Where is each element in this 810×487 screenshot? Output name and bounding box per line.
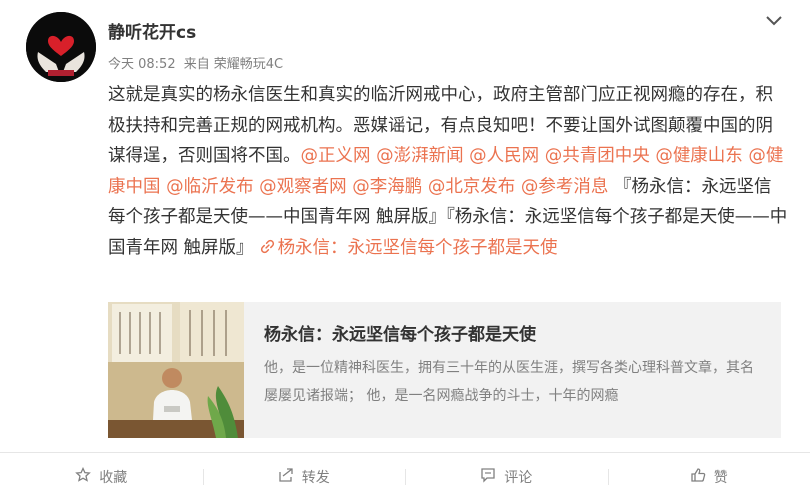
chevron-down-icon[interactable] [764,10,784,30]
repost-icon [278,467,294,483]
link-card[interactable]: 杨永信：永远坚信每个孩子都是天使 他，是一位精神科医生，拥有三十年的从医生涯，撰… [108,302,781,438]
mention-link[interactable]: @观察者网 [259,177,347,197]
like-button[interactable]: 赞 [608,453,810,481]
favorite-label: 收藏 [99,467,127,487]
card-thumbnail [108,302,244,438]
source-prefix: 来自 [184,57,210,72]
comment-button[interactable]: 评论 [405,453,608,481]
card-thumbnail-image [108,302,244,438]
repost-label: 转发 [302,467,330,487]
author-name[interactable]: 静听花开cs [108,18,196,43]
star-icon [75,467,91,483]
post-source[interactable]: 荣耀畅玩4C [214,57,283,72]
mention-link[interactable]: @正义网 [301,146,371,166]
mention-link[interactable]: @健康山东 [655,146,743,166]
avatar-hands-heart-icon [26,12,96,82]
mention-link[interactable]: @北京发布 [428,177,516,197]
mention-link[interactable]: @临沂发布 [166,177,254,197]
thumbs-up-icon [690,467,706,483]
card-description: 他，是一位精神科医生，拥有三十年的从医生涯，撰写各类心理科普文章，其名屡屡见诸报… [264,354,764,410]
favorite-button[interactable]: 收藏 [0,453,203,481]
repost-button[interactable]: 转发 [203,453,406,481]
post-time[interactable]: 今天 08:52 [108,57,176,72]
link-icon [260,239,275,254]
mention-link[interactable]: @李海鹏 [352,177,422,197]
mention-link[interactable]: @澎湃新闻 [376,146,464,166]
comment-label: 评论 [504,467,532,487]
web-link[interactable]: 杨永信：永远坚信每个孩子都是天使 [278,238,558,258]
mention-link[interactable]: @共青团中央 [545,146,650,166]
post-meta: 今天 08:52 来自荣耀畅玩4C [108,53,287,72]
post-content: 这就是真实的杨永信医生和真实的临沂网戒中心，政府主管部门应正视网瘾的存在，积极扶… [108,80,788,264]
card-title: 杨永信：永远坚信每个孩子都是天使 [264,320,536,345]
action-bar: 收藏 转发 评论 赞 [0,452,810,481]
like-label: 赞 [714,467,728,487]
comment-icon [480,467,496,483]
mention-link[interactable]: @参考消息 [521,177,609,197]
avatar[interactable] [26,12,96,82]
mention-link[interactable]: @人民网 [469,146,539,166]
